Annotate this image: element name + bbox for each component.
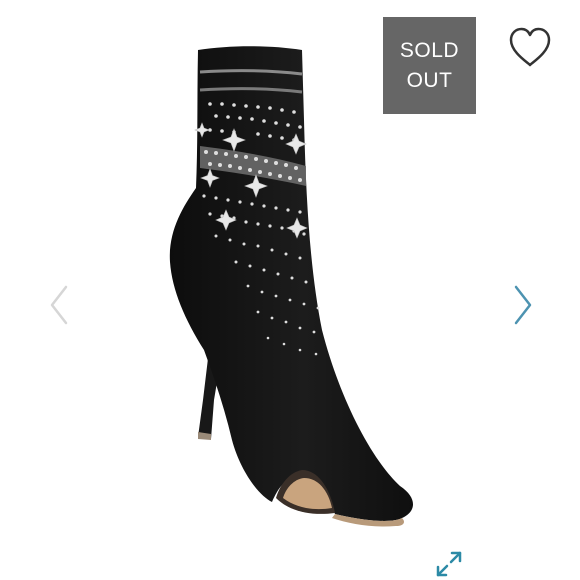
product-image-viewer: SOLD OUT [0, 0, 580, 580]
boot-body [169, 46, 413, 521]
product-photo [169, 46, 413, 527]
sold-out-line-1: SOLD [399, 38, 460, 62]
chevron-right-icon[interactable] [508, 283, 538, 327]
heart-icon[interactable] [506, 26, 554, 68]
chevron-left-icon[interactable] [44, 283, 74, 327]
sold-out-line-2: OUT [406, 68, 453, 92]
sold-out-badge: SOLD OUT [383, 17, 476, 114]
expand-arrows-icon[interactable] [433, 548, 465, 580]
